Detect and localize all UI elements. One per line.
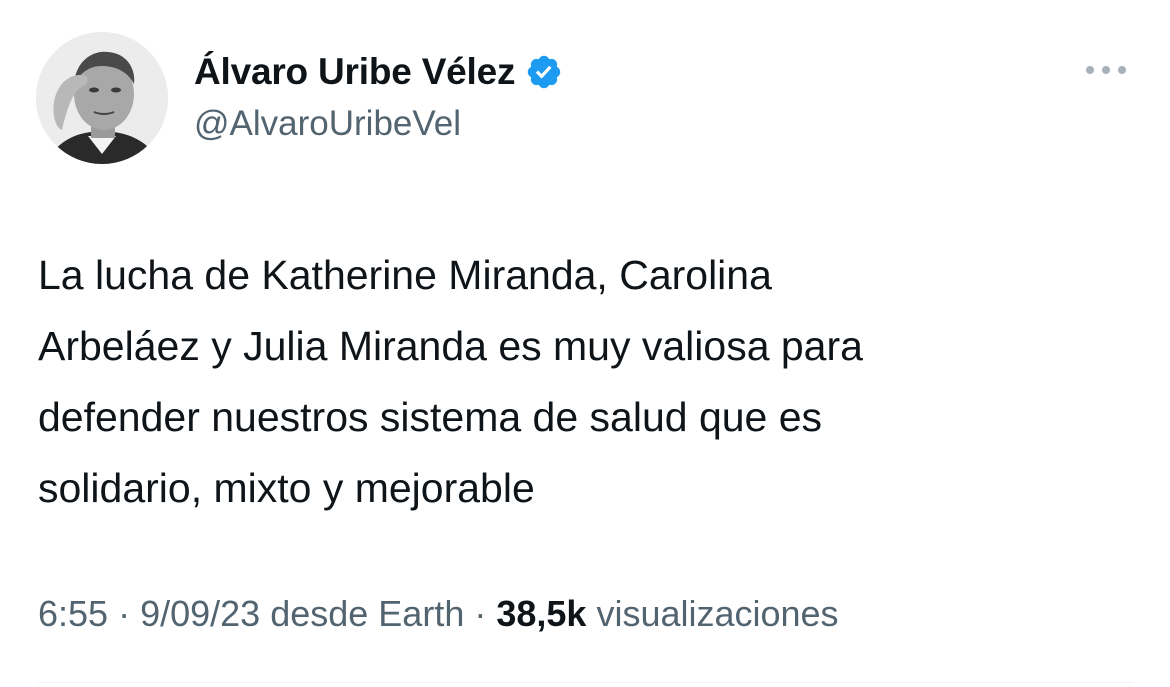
tweet-text-line: La lucha de Katherine Miranda, Carolina xyxy=(38,252,772,298)
tweet-text-line: solidario, mixto y mejorable xyxy=(38,465,535,511)
tweet-text-line: Arbeláez y Julia Miranda es muy valiosa … xyxy=(38,323,863,369)
meta-separator: · xyxy=(108,593,141,634)
more-dot xyxy=(1102,66,1110,74)
meta-separator: · xyxy=(464,593,497,634)
avatar-photo xyxy=(36,32,168,164)
author-name-row: Álvaro Uribe Vélez xyxy=(194,46,563,98)
tweet-date[interactable]: 9/09/23 xyxy=(140,593,260,634)
views-label: visualizaciones xyxy=(586,593,839,634)
verified-badge-icon[interactable] xyxy=(525,53,563,91)
tweet-text-line: defender nuestros sistema de salud que e… xyxy=(38,394,823,440)
more-dot xyxy=(1118,66,1126,74)
views-count[interactable]: 38,5k xyxy=(496,593,586,634)
more-dot xyxy=(1086,66,1094,74)
tweet-card: Álvaro Uribe Vélez @AlvaroUribeVel La lu… xyxy=(0,0,1170,687)
avatar[interactable] xyxy=(36,32,168,164)
divider xyxy=(38,682,1134,683)
tweet-source: desde Earth xyxy=(260,593,465,634)
author-display-name[interactable]: Álvaro Uribe Vélez xyxy=(194,51,516,93)
tweet-meta: 6:55 · 9/09/23 desde Earth · 38,5k visua… xyxy=(38,593,839,635)
author-handle[interactable]: @AlvaroUribeVel xyxy=(194,104,461,144)
tweet-time[interactable]: 6:55 xyxy=(38,593,108,634)
tweet-text: La lucha de Katherine Miranda, Carolina … xyxy=(38,240,1138,524)
more-options-icon[interactable] xyxy=(1082,56,1130,84)
